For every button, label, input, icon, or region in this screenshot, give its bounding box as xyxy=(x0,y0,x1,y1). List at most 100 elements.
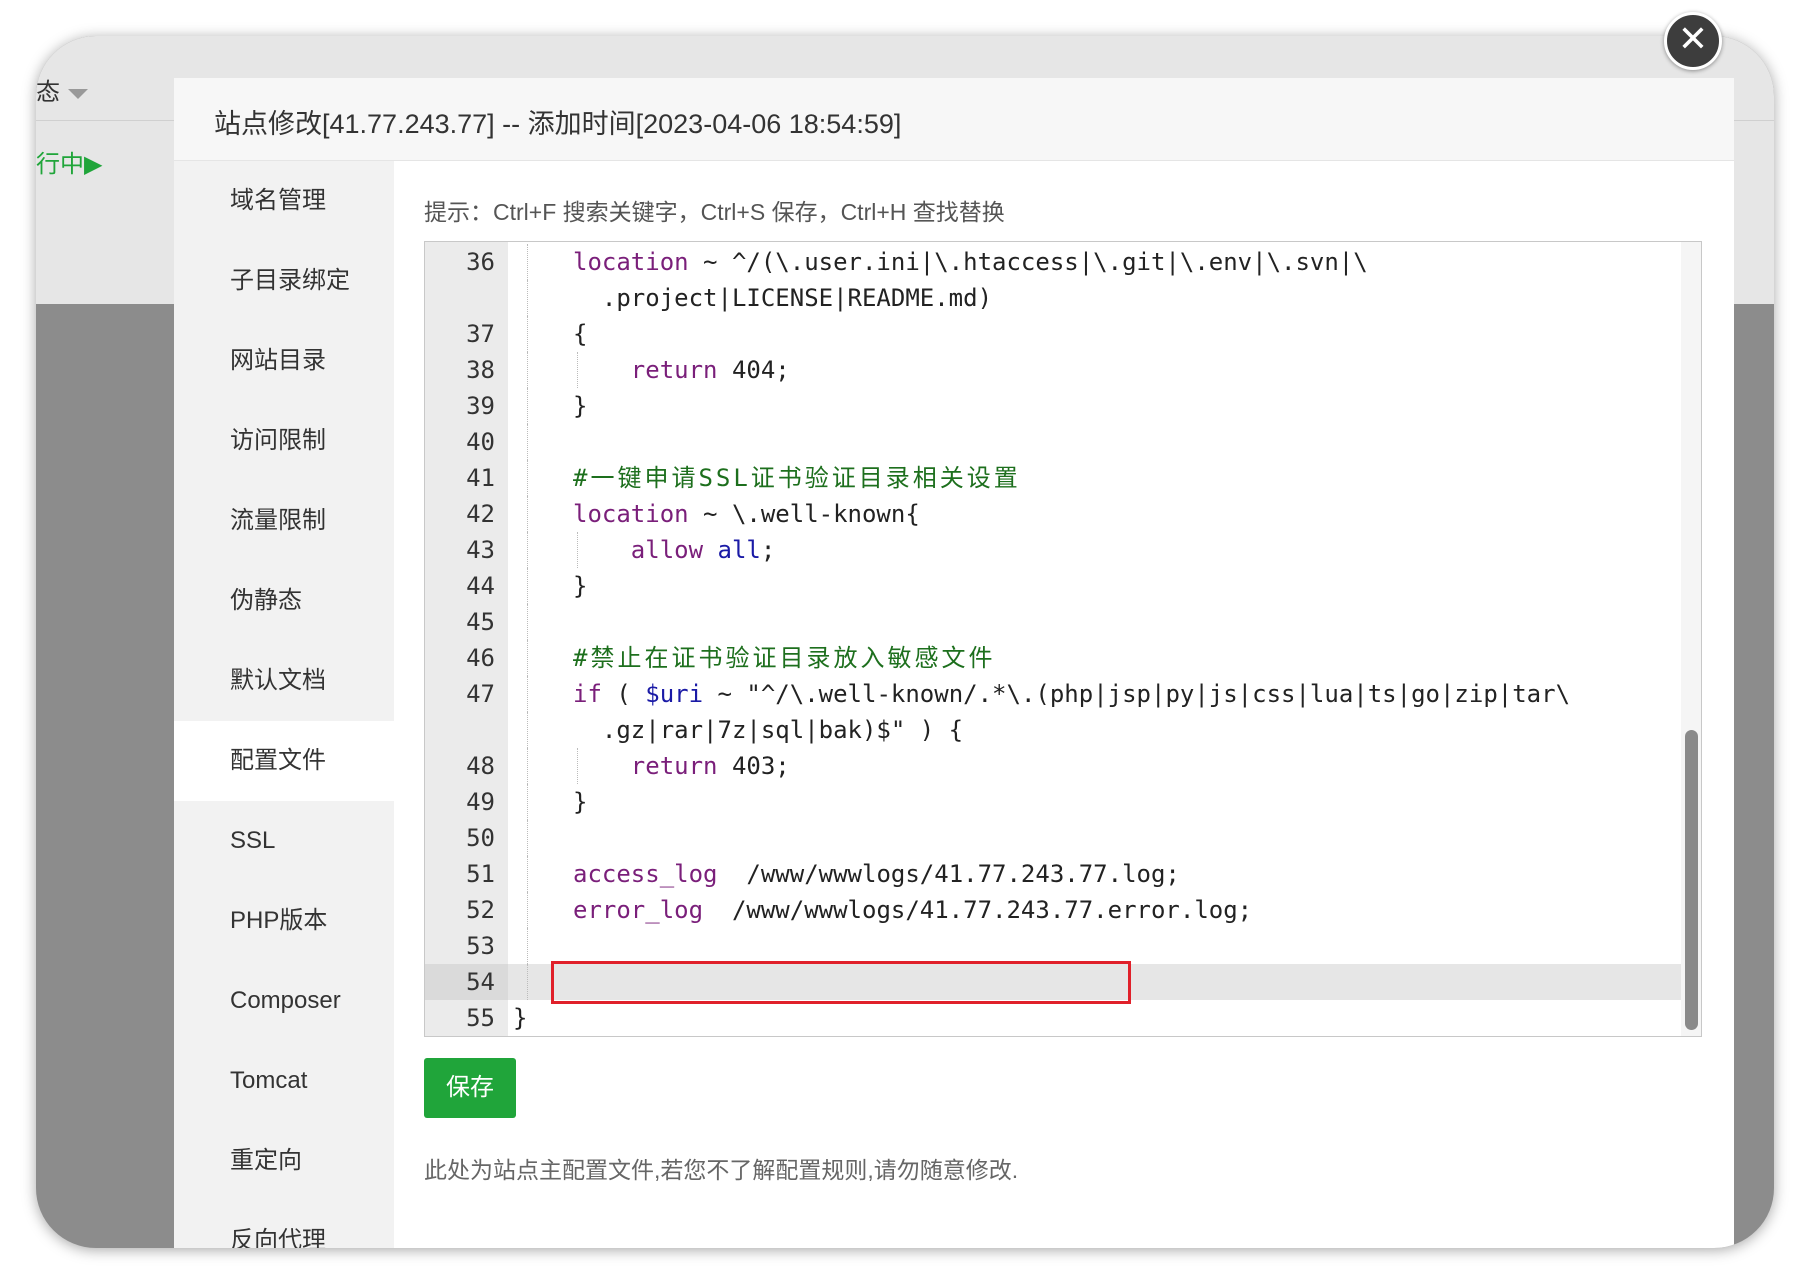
indent-guide xyxy=(527,460,528,496)
code-line[interactable]: 48 return 403; xyxy=(425,748,1681,784)
indent-guide xyxy=(527,964,528,1000)
line-number: 37 xyxy=(466,320,495,348)
code-line[interactable]: 47 if ( $uri ~ "^/\.well-known/.*\.(php|j… xyxy=(425,676,1681,712)
sidebar-item[interactable]: 访问限制 xyxy=(174,401,394,481)
indent-guide xyxy=(527,856,528,892)
code-line[interactable]: 50 xyxy=(425,820,1681,856)
line-number: 48 xyxy=(466,752,495,780)
line-number: 39 xyxy=(466,392,495,420)
sidebar-item[interactable]: Composer xyxy=(174,961,394,1041)
code-line[interactable]: 44} xyxy=(425,568,1681,604)
code-line[interactable]: 43 allow all; xyxy=(425,532,1681,568)
indent-guide xyxy=(527,820,528,856)
code-line[interactable]: 45 xyxy=(425,604,1681,640)
code-text: } xyxy=(573,788,588,816)
code-text: error_log /www/wwwlogs/41.77.243.77.erro… xyxy=(573,896,1253,924)
line-number: 45 xyxy=(466,608,495,636)
modal-title: 站点修改[41.77.243.77] -- 添加时间[2023-04-06 18… xyxy=(214,109,902,139)
code-line[interactable]: 36 location ~ ^/(\.user.ini|\.htaccess|\.… xyxy=(425,244,1681,280)
sidebar-item[interactable]: Tomcat xyxy=(174,1041,394,1121)
code-text: location ~ \.well-known{ xyxy=(573,500,920,528)
code-text: #一键申请SSL证书验证目录相关设置 xyxy=(573,464,1021,492)
indent-guide xyxy=(527,568,528,604)
code-text: access_log /www/wwwlogs/41.77.243.77.log… xyxy=(573,860,1180,888)
shortcut-tip: 提示：Ctrl+F 搜索关键字，Ctrl+S 保存，Ctrl+H 查找替换 xyxy=(424,199,1005,225)
code-line[interactable]: 53 xyxy=(425,928,1681,964)
sidebar-item[interactable]: SSL xyxy=(174,801,394,881)
sidebar-item[interactable]: PHP版本 xyxy=(174,881,394,961)
indent-guide xyxy=(527,928,528,964)
indent-guide xyxy=(527,388,528,424)
save-button[interactable]: 保存 xyxy=(424,1058,516,1118)
indent-guide xyxy=(527,496,528,532)
scrollbar-thumb[interactable] xyxy=(1685,730,1698,1030)
sidebar-item[interactable]: 网站目录 xyxy=(174,321,394,401)
code-text: if ( $uri ~ "^/\.well-known/.*\.(php|jsp… xyxy=(573,680,1571,708)
line-number: 41 xyxy=(466,464,495,492)
code-line[interactable]: 37 { xyxy=(425,316,1681,352)
indent-guide xyxy=(527,640,528,676)
code-line[interactable]: 41 #一键申请SSL证书验证目录相关设置 xyxy=(425,460,1681,496)
line-number: 55 xyxy=(466,1004,495,1032)
code-text: .project|LICENSE|README.md) xyxy=(573,284,993,312)
line-number: 50 xyxy=(466,824,495,852)
code-line[interactable]: 49} xyxy=(425,784,1681,820)
modal-header: 站点修改[41.77.243.77] -- 添加时间[2023-04-06 18… xyxy=(174,78,1734,161)
indent-guide xyxy=(527,316,528,352)
indent-guide xyxy=(527,676,528,712)
config-file-panel: 提示：Ctrl+F 搜索关键字，Ctrl+S 保存，Ctrl+H 查找替换 36… xyxy=(424,161,1714,1248)
sidebar-item[interactable]: 域名管理 xyxy=(174,161,394,241)
code-text: return 404; xyxy=(630,356,790,384)
code-text: .gz|rar|7z|sql|bak)$" ) { xyxy=(573,716,964,744)
app-window: 态 行中▶ 站点修改[41.77.243.77] -- 添加时间[2023-04… xyxy=(36,36,1774,1248)
indent-guide xyxy=(527,712,528,748)
sidebar-item[interactable]: 配置文件 xyxy=(174,721,394,801)
indent-guide xyxy=(527,424,528,460)
sidebar-item[interactable]: 反向代理 xyxy=(174,1201,394,1248)
line-number: 44 xyxy=(466,572,495,600)
line-number: 49 xyxy=(466,788,495,816)
code-line[interactable]: 55} xyxy=(425,1000,1681,1036)
close-icon[interactable]: ✕ xyxy=(1664,12,1722,70)
code-line[interactable]: 51 access_log /www/wwwlogs/41.77.243.77.l… xyxy=(425,856,1681,892)
sidebar-item[interactable]: 伪静态 xyxy=(174,561,394,641)
code-editor[interactable]: 36 location ~ ^/(\.user.ini|\.htaccess|\.… xyxy=(424,241,1702,1037)
code-line[interactable]: .project|LICENSE|README.md) xyxy=(425,280,1681,316)
highlight-annotation-box xyxy=(551,961,1131,1004)
indent-guide xyxy=(527,748,528,784)
indent-guide xyxy=(527,892,528,928)
code-line[interactable]: 42 location ~ \.well-known{ xyxy=(425,496,1681,532)
code-text: #禁止在证书验证目录放入敏感文件 xyxy=(573,644,996,672)
line-number: 36 xyxy=(466,248,495,276)
status-dropdown-label: 态 xyxy=(36,79,60,106)
chevron-down-icon xyxy=(68,88,88,99)
code-text: location ~ ^/(\.user.ini|\.htaccess|\.gi… xyxy=(573,248,1368,276)
code-line[interactable]: 38 return 404; xyxy=(425,352,1681,388)
sidebar-item[interactable]: 流量限制 xyxy=(174,481,394,561)
sidebar-item[interactable]: 默认文档 xyxy=(174,641,394,721)
code-line[interactable]: 46 #禁止在证书验证目录放入敏感文件 xyxy=(425,640,1681,676)
code-text: { xyxy=(573,320,588,348)
line-number: 47 xyxy=(466,680,495,708)
editor-scrollbar[interactable] xyxy=(1681,242,1701,1036)
line-number: 53 xyxy=(466,932,495,960)
code-line[interactable]: .gz|rar|7z|sql|bak)$" ) { xyxy=(425,712,1681,748)
line-number: 51 xyxy=(466,860,495,888)
code-line[interactable]: 39} xyxy=(425,388,1681,424)
line-number: 40 xyxy=(466,428,495,456)
code-line[interactable]: 40 xyxy=(425,424,1681,460)
code-text: } xyxy=(573,572,588,600)
sidebar-item[interactable]: 子目录绑定 xyxy=(174,241,394,321)
status-dropdown[interactable]: 态 xyxy=(36,72,88,107)
indent-guide xyxy=(527,244,528,280)
indent-guide xyxy=(527,352,528,388)
code-line[interactable]: 52 error_log /www/wwwlogs/41.77.243.77.er… xyxy=(425,892,1681,928)
line-number: 52 xyxy=(466,896,495,924)
running-status[interactable]: 行中▶ xyxy=(36,144,102,179)
indent-guide xyxy=(527,604,528,640)
line-number: 43 xyxy=(466,536,495,564)
indent-guide xyxy=(527,280,528,316)
line-number: 46 xyxy=(466,644,495,672)
sidebar-item[interactable]: 重定向 xyxy=(174,1121,394,1201)
line-number: 42 xyxy=(466,500,495,528)
